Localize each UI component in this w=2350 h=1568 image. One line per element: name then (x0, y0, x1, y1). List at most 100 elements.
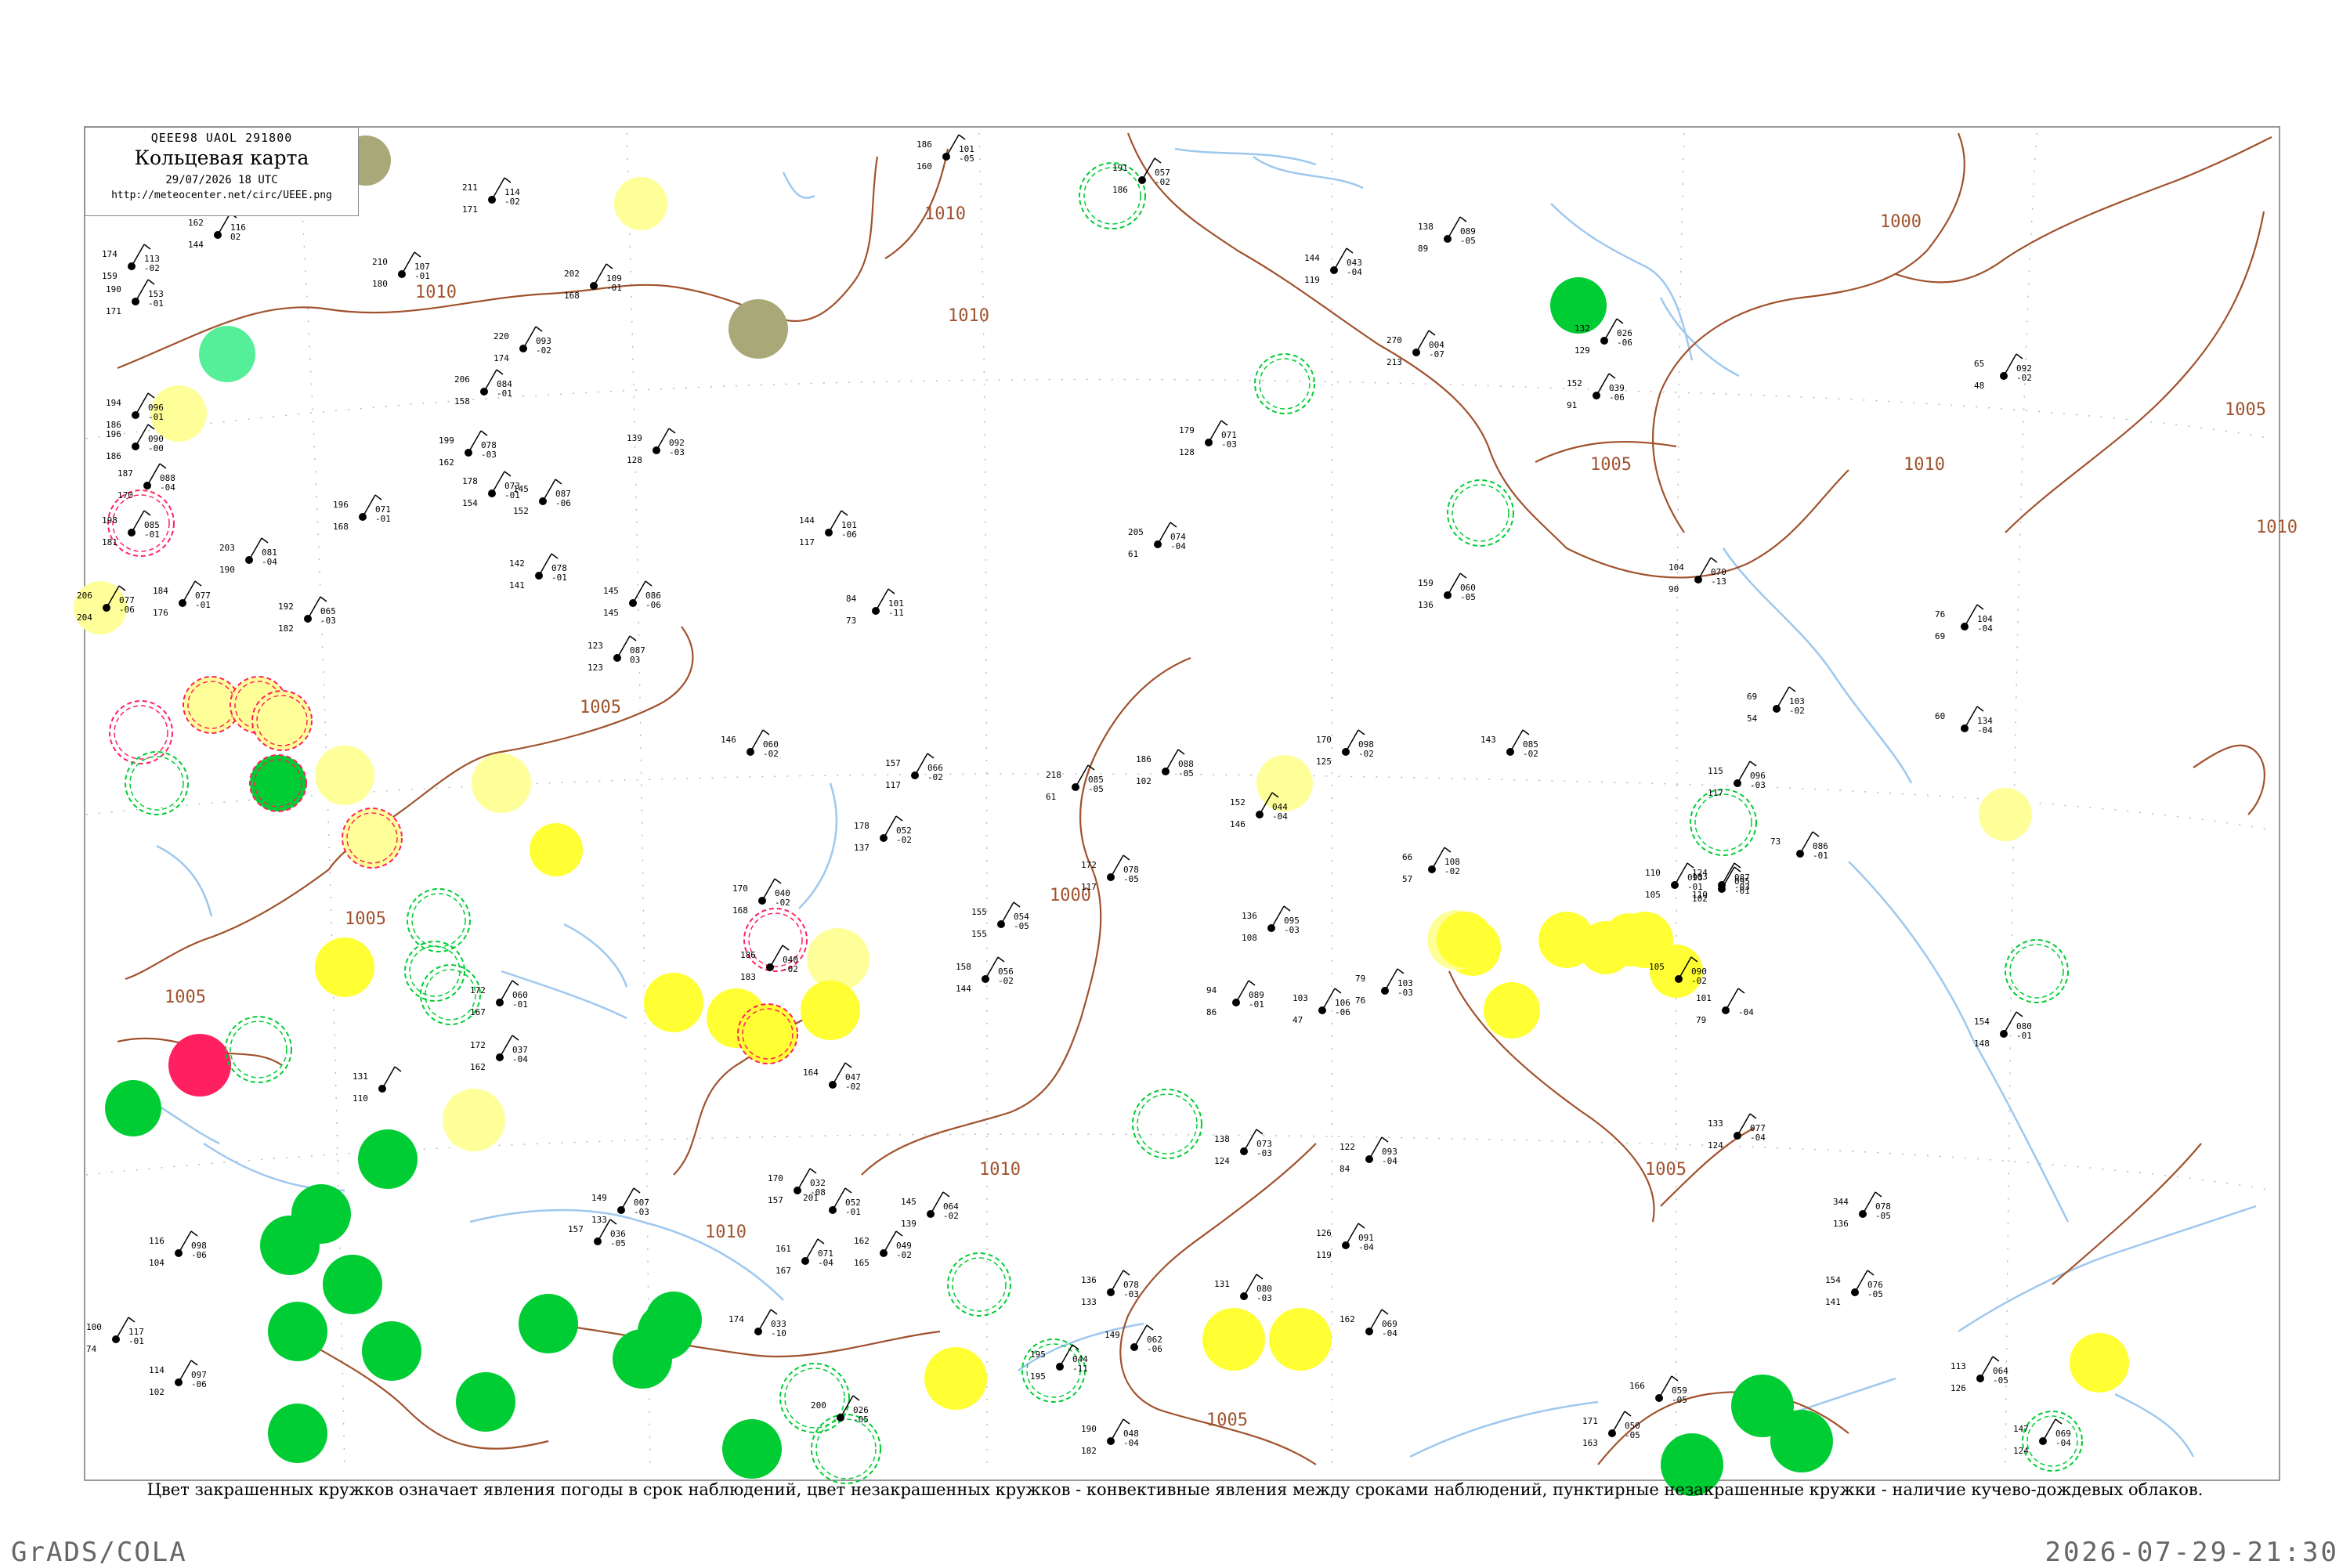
station-dewpoint: 124 (2013, 1446, 2029, 1456)
station-temperature: 157 (885, 758, 901, 768)
weather-circle-fill-72 (738, 1004, 797, 1064)
weather-circle-fill-17 (315, 746, 374, 805)
station-tendency: -05 (1178, 768, 1194, 779)
station-dewpoint: 204 (77, 612, 92, 623)
station-tendency: -06 (119, 605, 135, 615)
station-temperature: 174 (728, 1314, 744, 1324)
station-tendency: -03 (1734, 882, 1750, 892)
weather-circle-fill-27 (260, 1216, 320, 1275)
isobar-label-14: 1005 (1206, 1411, 1248, 1430)
station-temperature: 84 (846, 594, 857, 604)
map-frame (84, 126, 2280, 1481)
station-dewpoint: 102 (149, 1387, 164, 1397)
station-temperature: 172 (1081, 860, 1097, 870)
station-tendency: -05 (1014, 921, 1029, 931)
station-dewpoint: 155 (971, 929, 987, 939)
station-dewpoint: 182 (1081, 1446, 1097, 1456)
station-tendency: -05 (1625, 1430, 1640, 1440)
station-tendency: -01 (512, 999, 528, 1010)
station-temperature: 170 (768, 1173, 783, 1183)
weather-circle-fill-31 (456, 1372, 515, 1432)
station-dewpoint: 186 (1112, 185, 1128, 195)
station-dewpoint: 102 (1136, 776, 1152, 786)
station-tendency: -04 (1382, 1156, 1397, 1166)
station-dewpoint: 162 (439, 457, 454, 468)
station-dewpoint: 190 (219, 565, 235, 575)
station-tendency: -03 (634, 1207, 649, 1217)
station-dewpoint: 136 (1833, 1219, 1849, 1229)
weather-circle-fill-13 (252, 691, 312, 750)
synoptic-map: 10101010101010051005100510001005 10101005… (74, 126, 2298, 1496)
station-tendency: -04 (1170, 541, 1186, 551)
isobar-label-15: 1010 (705, 1223, 747, 1242)
station-dewpoint: 117 (1708, 788, 1723, 798)
station-tendency: -05 (959, 154, 974, 164)
station-temperature: 192 (278, 602, 294, 612)
weather-circle-fill-58 (722, 1419, 782, 1479)
station-dewpoint: 144 (956, 984, 971, 994)
weather-circle-fill-57 (1770, 1410, 1833, 1472)
station-temperature: 144 (1304, 253, 1320, 263)
weather-circle-fill-22 (168, 1034, 231, 1097)
station-temperature: 136 (1081, 1275, 1097, 1285)
station-dewpoint: 176 (153, 608, 168, 618)
station-temperature: 113 (1950, 1361, 1966, 1371)
station-dewpoint: 139 (901, 1219, 916, 1229)
station-dewpoint: 162 (470, 1062, 486, 1072)
station-tendency: -02 (896, 835, 912, 845)
station-temperature: 172 (470, 985, 486, 995)
station-temperature: 104 (1668, 562, 1684, 573)
station-temperature: 79 (1355, 974, 1365, 984)
source-url[interactable]: http://meteocenter.net/circ/UEEE.png (85, 190, 358, 201)
station-tendency: -01 (497, 388, 512, 399)
station-temperature: 154 (1974, 1017, 1990, 1027)
station-tendency: -07 (1429, 349, 1444, 359)
station-dewpoint: 144 (188, 240, 204, 250)
weather-circle-fill-19 (472, 753, 531, 813)
station-tendency: -02 (1691, 976, 1707, 986)
station-tendency: -04 (1272, 811, 1288, 822)
station-temperature: 149 (591, 1193, 607, 1203)
station-tendency: -06 (1335, 1007, 1350, 1017)
weather-circle-fill-74 (801, 981, 860, 1040)
station-dewpoint: 104 (149, 1258, 164, 1268)
isobar-label-10: 1010 (2256, 518, 2298, 537)
station-dewpoint: 76 (1355, 995, 1365, 1006)
station-tendency: -01 (1813, 851, 1828, 861)
station-tendency: -05 (853, 1414, 869, 1425)
station-tendency: -04 (262, 557, 277, 567)
station-tendency: -02 (775, 898, 790, 908)
station-dewpoint: 91 (1567, 400, 1577, 410)
station-tendency: -03 (320, 616, 336, 626)
station-tendency: 02 (230, 232, 240, 242)
weather-circle-fill-24 (443, 1089, 505, 1151)
station-dewpoint: 126 (1950, 1383, 1966, 1393)
station-temperature: 161 (776, 1244, 791, 1254)
station-temperature: 154 (1825, 1275, 1841, 1285)
station-temperature: 187 (118, 468, 133, 479)
station-tendency: -04 (1347, 267, 1362, 277)
station-tendency: -02 (504, 197, 520, 207)
station-tendency: -04 (1358, 1242, 1374, 1252)
station-temperature: 132 (1574, 323, 1590, 334)
station-dewpoint: 137 (854, 843, 870, 853)
map-header: QEEE98 UAOL 291800 Кольцевая карта 29/07… (85, 127, 359, 216)
station-temperature: 123 (588, 641, 603, 651)
station-dewpoint: 69 (1935, 631, 1945, 641)
station-temperature: 186 (916, 139, 932, 150)
station-tendency: -01 (128, 1336, 144, 1346)
station-dewpoint: 171 (462, 204, 478, 215)
station-temperature: 220 (494, 331, 509, 341)
isobar-label-2: 1010 (948, 306, 989, 326)
station-dewpoint: 123 (588, 663, 603, 673)
station-dewpoint: 125 (1316, 757, 1332, 767)
station-dewpoint: 168 (333, 522, 349, 532)
station-tendency: -05 (1460, 236, 1476, 246)
station-tendency: -04 (160, 482, 175, 493)
station-dewpoint: 141 (509, 580, 525, 591)
station-tendency: -02 (1155, 177, 1170, 187)
station-dewpoint: 57 (1402, 874, 1412, 884)
station-dewpoint: 168 (564, 291, 580, 301)
station-dewpoint: 145 (603, 608, 619, 618)
station-temperature: 170 (732, 883, 748, 894)
